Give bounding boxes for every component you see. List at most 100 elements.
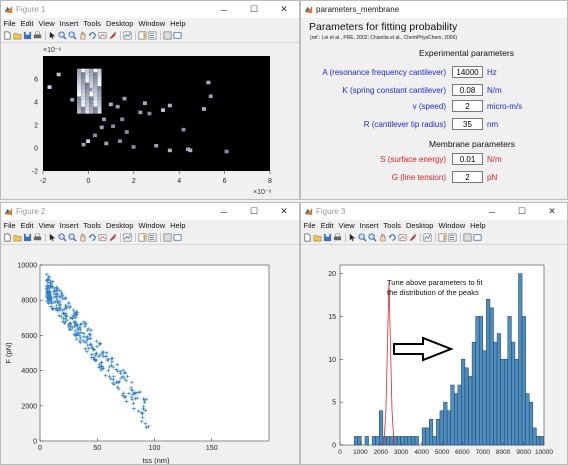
menu-insert[interactable]: Insert [57, 221, 81, 230]
rotate-icon[interactable] [88, 233, 97, 242]
histogram-bar [439, 410, 444, 446]
property-editor-icon[interactable] [163, 31, 172, 40]
data-cursor-icon[interactable] [398, 233, 407, 242]
zoom-in-icon[interactable] [58, 233, 67, 242]
menu-insert[interactable]: Insert [357, 221, 381, 230]
save-icon[interactable] [23, 233, 32, 242]
minimize-button[interactable]: ─ [477, 203, 507, 220]
menu-window[interactable]: Window [436, 221, 468, 230]
menu-desktop[interactable]: Desktop [403, 221, 436, 230]
open-icon[interactable] [313, 233, 322, 242]
zoom-in-icon[interactable] [358, 233, 367, 242]
maximize-button[interactable]: ☐ [239, 1, 269, 18]
menu-desktop[interactable]: Desktop [103, 221, 136, 230]
print-icon[interactable] [33, 31, 42, 40]
param-input-s[interactable] [452, 153, 483, 165]
save-icon[interactable] [23, 31, 32, 40]
menu-help[interactable]: Help [168, 19, 188, 28]
brush-icon[interactable] [108, 233, 117, 242]
maximize-button[interactable]: ☐ [507, 203, 537, 220]
pointer-icon[interactable] [48, 233, 57, 242]
close-button[interactable]: ✕ [269, 203, 299, 220]
data-cursor-icon[interactable] [98, 233, 107, 242]
menu-edit[interactable]: Edit [18, 19, 36, 28]
colorbar-icon[interactable] [138, 31, 147, 40]
pointer-icon[interactable] [48, 31, 57, 40]
dock-icon[interactable] [173, 31, 182, 40]
histogram-bar [486, 299, 491, 446]
link-plot-icon[interactable] [123, 31, 132, 40]
menu-tools[interactable]: Tools [81, 221, 104, 230]
property-editor-icon[interactable] [463, 233, 472, 242]
menu-desktop[interactable]: Desktop [103, 19, 136, 28]
rotate-icon[interactable] [388, 233, 397, 242]
param-input-g[interactable] [452, 171, 483, 183]
zoom-out-icon[interactable] [368, 233, 377, 242]
param-input-k[interactable] [452, 84, 483, 96]
heatmap-cell [89, 79, 94, 83]
menu-tools[interactable]: Tools [81, 19, 104, 28]
link-plot-icon[interactable] [123, 233, 132, 242]
menu-tools[interactable]: Tools [381, 221, 404, 230]
open-icon[interactable] [13, 31, 22, 40]
menu-help[interactable]: Help [468, 221, 488, 230]
brush-icon[interactable] [108, 31, 117, 40]
pan-icon[interactable] [78, 31, 87, 40]
histogram-bar [436, 419, 441, 446]
menu-window[interactable]: Window [136, 19, 168, 28]
zoom-in-icon[interactable] [58, 31, 67, 40]
print-icon[interactable] [33, 233, 42, 242]
open-icon[interactable] [13, 233, 22, 242]
param-input-a[interactable] [452, 66, 483, 78]
menu-view[interactable]: View [336, 221, 357, 230]
new-file-icon[interactable] [303, 233, 312, 242]
save-icon[interactable] [323, 233, 332, 242]
heatmap-cell [56, 72, 61, 77]
new-file-icon[interactable] [3, 31, 12, 40]
y-axis-label: F (pN) [4, 342, 13, 364]
legend-icon[interactable] [448, 233, 457, 242]
menu-help[interactable]: Help [168, 221, 188, 230]
menu-file[interactable]: File [1, 19, 18, 28]
menu-view[interactable]: View [36, 221, 57, 230]
close-button[interactable]: ✕ [269, 1, 299, 18]
legend-icon[interactable] [148, 233, 157, 242]
menu-edit[interactable]: Edit [18, 221, 36, 230]
minimize-button[interactable]: ─ [209, 203, 239, 220]
rotate-icon[interactable] [88, 31, 97, 40]
menu-file[interactable]: File [301, 221, 318, 230]
pointer-icon[interactable] [348, 233, 357, 242]
data-cursor-icon[interactable] [98, 31, 107, 40]
print-icon[interactable] [333, 233, 342, 242]
zoom-out-icon[interactable] [68, 31, 77, 40]
heatmap-cell [77, 106, 82, 111]
param-input-v[interactable] [452, 100, 483, 112]
colorbar-icon[interactable] [438, 233, 447, 242]
zoom-out-icon[interactable] [68, 233, 77, 242]
heatmap-cell [97, 96, 102, 100]
dock-icon[interactable] [173, 233, 182, 242]
window-title: Figure 1 [16, 5, 46, 14]
maximize-button[interactable]: ☐ [239, 203, 269, 220]
colorbar-icon[interactable] [138, 233, 147, 242]
menu-bar: File Edit View Insert Tools Desktop Wind… [1, 18, 299, 29]
menu-window[interactable]: Window [136, 221, 168, 230]
menu-insert[interactable]: Insert [57, 19, 81, 28]
link-plot-icon[interactable] [423, 233, 432, 242]
close-button[interactable]: ✕ [537, 203, 567, 220]
minimize-button[interactable]: ─ [209, 1, 239, 18]
menu-file[interactable]: File [1, 221, 18, 230]
new-file-icon[interactable] [3, 233, 12, 242]
pan-icon[interactable] [378, 233, 387, 242]
parameters-window: parameters_membrane Parameters for fitti… [300, 0, 568, 200]
property-editor-icon[interactable] [163, 233, 172, 242]
dock-icon[interactable] [473, 233, 482, 242]
brush-icon[interactable] [408, 233, 417, 242]
heatmap-cell [97, 99, 102, 104]
heatmap-cell [77, 92, 82, 97]
pan-icon[interactable] [78, 233, 87, 242]
param-input-r[interactable] [452, 118, 483, 130]
menu-edit[interactable]: Edit [318, 221, 336, 230]
legend-icon[interactable] [148, 31, 157, 40]
menu-view[interactable]: View [36, 19, 57, 28]
